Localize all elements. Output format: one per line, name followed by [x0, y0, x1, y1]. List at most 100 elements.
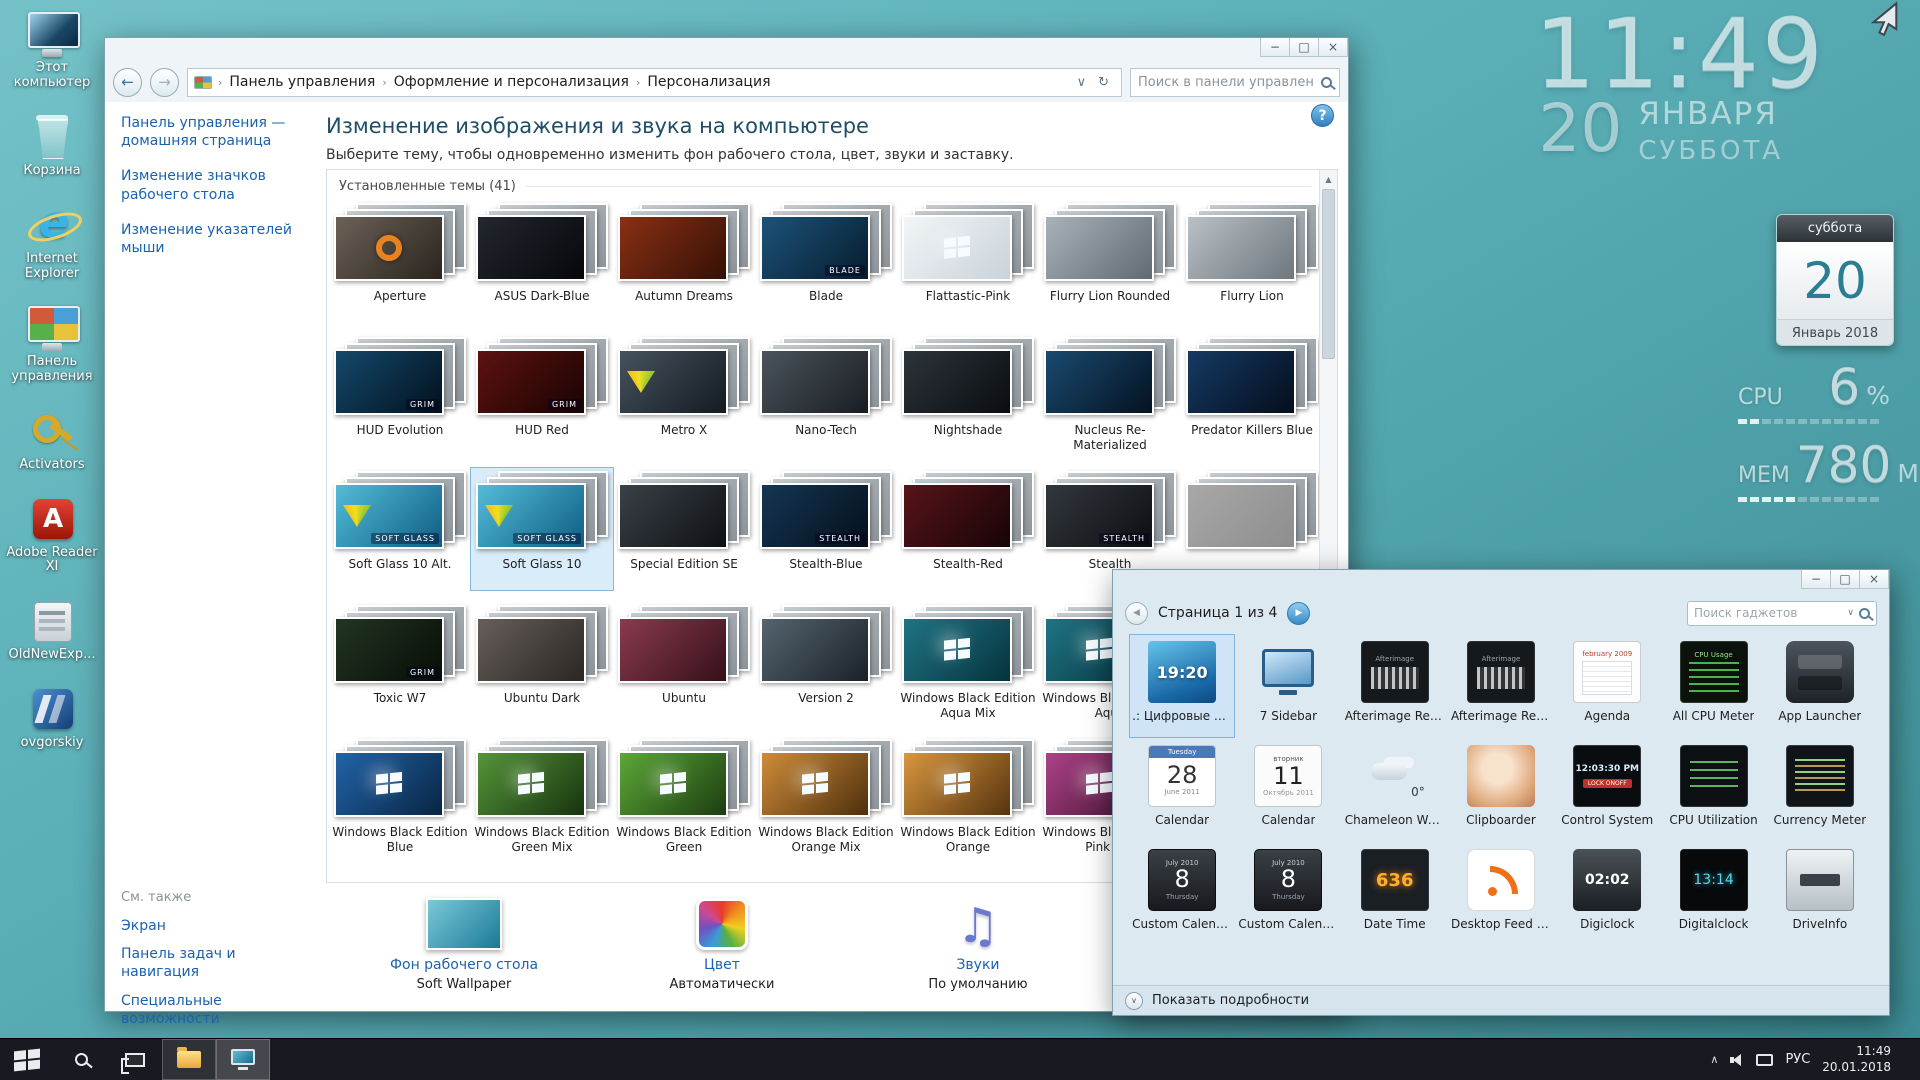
personalization-footer-item[interactable]: Цвет Автоматически — [602, 894, 842, 992]
theme-tile[interactable]: SOFT GLASS Soft Glass 10 — [471, 468, 613, 590]
next-page-button[interactable]: ▶ — [1287, 602, 1310, 625]
theme-tile[interactable]: Special Edition SE — [613, 468, 755, 590]
prev-page-button[interactable]: ◀ — [1125, 602, 1148, 625]
theme-tile[interactable]: GRIM HUD Evolution — [329, 334, 471, 456]
minimize-button[interactable]: − — [1260, 38, 1290, 57]
gadget-item[interactable]: 13:14 Digitalclock — [1660, 842, 1766, 946]
gadget-search-input[interactable] — [1694, 606, 1842, 620]
theme-tile[interactable]: Autumn Dreams — [613, 200, 755, 322]
tray-expand-icon[interactable]: ∧ — [1710, 1053, 1718, 1066]
system-monitor-widget[interactable]: CPU 6 % MEM 780 MB — [1738, 362, 1890, 518]
theme-tile[interactable]: Aperture — [329, 200, 471, 322]
touch-keyboard-icon[interactable] — [1756, 1054, 1773, 1066]
footer-item-link[interactable]: Цвет — [602, 957, 842, 973]
theme-tile[interactable]: Windows Black Edition Blue — [329, 736, 471, 858]
cp-search[interactable] — [1130, 68, 1340, 97]
gadget-search[interactable]: ∨ — [1687, 601, 1877, 626]
personalization-footer-item[interactable]: Звуки По умолчанию — [858, 894, 1098, 992]
theme-tile[interactable]: Windows Black Edition Green Mix — [471, 736, 613, 858]
see-also-link[interactable]: Специальные возможности — [121, 992, 301, 1028]
theme-tile[interactable]: Nano-Tech — [755, 334, 897, 456]
maximize-button[interactable]: □ — [1289, 38, 1319, 57]
breadcrumb-item[interactable]: Панель управления — [226, 72, 378, 92]
theme-tile[interactable]: Windows Black Edition Aqua Mix — [897, 602, 1039, 724]
gadget-item[interactable]: DriveInfo — [1767, 842, 1873, 946]
theme-tile[interactable]: Nightshade — [897, 334, 1039, 456]
theme-tile[interactable]: Flurry Lion — [1181, 200, 1323, 322]
theme-tile[interactable]: Version 2 — [755, 602, 897, 724]
scrollbar-thumb[interactable] — [1322, 189, 1335, 359]
footer-item-link[interactable]: Фон рабочего стола — [344, 957, 584, 973]
volume-icon[interactable] — [1730, 1053, 1744, 1066]
theme-tile[interactable]: Predator Killers Blue — [1181, 334, 1323, 456]
start-button[interactable] — [0, 1039, 54, 1080]
gadget-item[interactable]: July 2010 8 Thursday Custom Calendar — [1129, 842, 1235, 946]
help-button[interactable]: ? — [1311, 104, 1334, 127]
theme-tile[interactable]: Windows Black Edition Orange Mix — [755, 736, 897, 858]
breadcrumb-item[interactable]: Оформление и персонализация — [391, 72, 632, 92]
gadget-item[interactable]: App Launcher — [1767, 634, 1873, 738]
theme-tile[interactable]: Ubuntu — [613, 602, 755, 724]
scroll-up-icon[interactable]: ▲ — [1320, 170, 1337, 188]
desktop-icon[interactable]: Internet Explorer — [6, 201, 98, 282]
theme-tile[interactable]: GRIM HUD Red — [471, 334, 613, 456]
task-view-button[interactable] — [108, 1039, 162, 1080]
theme-tile[interactable]: STEALTH Stealth-Blue — [755, 468, 897, 590]
tray-clock[interactable]: 11:49 20.01.2018 — [1822, 1044, 1897, 1075]
gadget-item[interactable]: 19:20 .: Цифровые ча... — [1129, 634, 1235, 738]
desktop-icon[interactable]: Adobe Reader XI — [6, 495, 98, 576]
gadget-item[interactable]: July 2010 8 Thursday Custom Calendar — [1235, 842, 1341, 946]
gw-close-button[interactable]: × — [1859, 570, 1889, 589]
personalization-footer-item[interactable]: Фон рабочего стола Soft Wallpaper — [344, 894, 584, 992]
theme-tile[interactable]: Flurry Lion Rounded — [1039, 200, 1181, 322]
desktop-icon[interactable]: OldNewExp... — [6, 597, 98, 663]
gadget-item[interactable]: Currency Meter — [1767, 738, 1873, 842]
taskbar-explorer-button[interactable] — [162, 1039, 216, 1080]
gadget-item[interactable]: CPU Usage All CPU Meter — [1660, 634, 1766, 738]
sidebar-link[interactable]: Панель управления — домашняя страница — [121, 114, 302, 150]
language-indicator[interactable]: РУС — [1785, 1052, 1810, 1067]
refresh-icon[interactable]: ↻ — [1092, 75, 1115, 90]
theme-tile[interactable]: GRIM Toxic W7 — [329, 602, 471, 724]
see-also-link[interactable]: Панель задач и навигация — [121, 945, 301, 981]
theme-tile[interactable]: SOFT GLASS Soft Glass 10 Alt. — [329, 468, 471, 590]
search-dropdown-icon[interactable]: ∨ — [1847, 608, 1854, 618]
theme-tile[interactable]: Windows Black Edition Green — [613, 736, 755, 858]
theme-tile[interactable]: Ubuntu Dark — [471, 602, 613, 724]
taskbar-personalization-button[interactable] — [216, 1039, 270, 1080]
clock-widget[interactable]: 11:49 20 ЯНВАРЯ СУББОТА — [1534, 6, 1826, 166]
show-details-chevron-icon[interactable]: ∨ — [1125, 992, 1143, 1010]
gadget-item[interactable]: Desktop Feed R... — [1448, 842, 1554, 946]
see-also-link[interactable]: Экран — [121, 917, 301, 935]
desktop-icon[interactable]: ovgorskiy — [6, 685, 98, 751]
close-button[interactable]: × — [1318, 38, 1348, 57]
gadget-item[interactable]: 0° Chameleon We... — [1342, 738, 1448, 842]
gw-titlebar[interactable]: − □ × — [1113, 570, 1889, 596]
theme-tile[interactable]: Stealth-Red — [897, 468, 1039, 590]
sidebar-link[interactable]: Изменение значков рабочего стола — [121, 167, 302, 203]
gw-minimize-button[interactable]: − — [1801, 570, 1831, 589]
gadget-item[interactable]: Tuesday 28 June 2011 Calendar — [1129, 738, 1235, 842]
theme-tile[interactable]: BLADE Blade — [755, 200, 897, 322]
taskbar-search-button[interactable] — [54, 1039, 108, 1080]
gw-maximize-button[interactable]: □ — [1830, 570, 1860, 589]
theme-tile[interactable]: Metro X — [613, 334, 755, 456]
desktop-icon[interactable]: Activators — [6, 407, 98, 473]
gadget-item[interactable]: 12:03:30 PM LOCK ONOFF Control System — [1554, 738, 1660, 842]
show-details-label[interactable]: Показать подробности — [1152, 993, 1309, 1008]
gadget-item[interactable]: 636 Date Time — [1342, 842, 1448, 946]
desktop-icon[interactable]: Корзина — [6, 113, 98, 179]
address-bar[interactable]: › Панель управления › Оформление и персо… — [187, 68, 1122, 97]
gadget-item[interactable]: Afterimage Afterimage Res... — [1342, 634, 1448, 738]
desktop-icon[interactable]: Этот компьютер — [6, 10, 98, 91]
gadget-item[interactable]: вторник 11 Октябрь 2011 Calendar — [1235, 738, 1341, 842]
calendar-widget[interactable]: суббота 20 Январь 2018 — [1776, 214, 1894, 346]
gadget-item[interactable]: CPU Utilization — [1660, 738, 1766, 842]
theme-tile[interactable]: Nucleus Re-Materialized — [1039, 334, 1181, 456]
cp-titlebar[interactable]: − □ × — [105, 38, 1348, 62]
footer-item-link[interactable]: Звуки — [858, 957, 1098, 973]
theme-tile[interactable]: Windows Black Edition Orange — [897, 736, 1039, 858]
theme-tile[interactable]: ASUS Dark-Blue — [471, 200, 613, 322]
cp-search-input[interactable] — [1138, 75, 1315, 90]
breadcrumb-item[interactable]: Персонализация — [644, 72, 773, 92]
